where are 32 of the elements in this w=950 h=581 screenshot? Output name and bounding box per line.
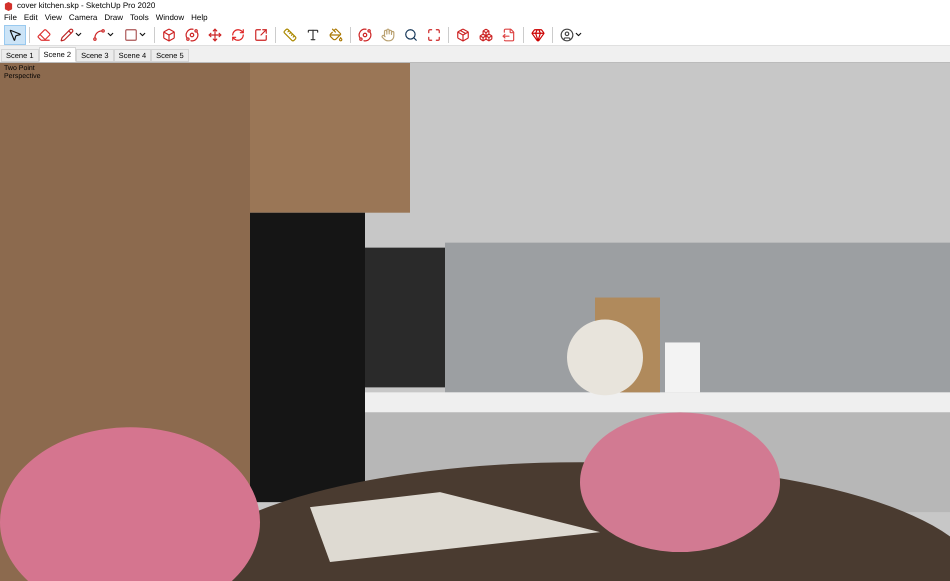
caret-icon (138, 30, 147, 39)
rectangle-icon (124, 28, 138, 42)
pencil-icon (60, 28, 74, 42)
window-title: cover kitchen.skp - SketchUp Pro 2020 (17, 0, 156, 12)
user-icon (560, 28, 574, 42)
warehouse-icon (456, 28, 470, 42)
orbit-icon (358, 28, 372, 42)
ruby-icon (531, 28, 545, 42)
eraser-icon (37, 28, 51, 42)
pointer-icon (8, 28, 22, 42)
menu-item[interactable]: File (4, 12, 17, 24)
tool-button[interactable] (4, 24, 26, 44)
menu-item[interactable]: Window (156, 12, 184, 24)
rotate-icon (231, 28, 245, 42)
caret-icon (574, 30, 583, 39)
menu-item[interactable]: View (44, 12, 62, 24)
menu-item[interactable]: Tools (130, 12, 149, 24)
text-icon (306, 28, 320, 42)
paint-bucket-icon (329, 28, 343, 42)
menu-item[interactable]: Camera (68, 12, 98, 24)
caret-icon (74, 30, 83, 39)
search-icon (404, 28, 418, 42)
app-logo-icon (4, 2, 13, 10)
caret-icon (106, 30, 115, 39)
menu-item[interactable]: Edit (24, 12, 38, 24)
menu-item[interactable]: Help (191, 12, 208, 24)
components-icon (479, 28, 493, 42)
arc-icon (92, 28, 106, 42)
hand-icon (381, 28, 395, 42)
move-icon (208, 28, 222, 42)
export-icon (502, 28, 516, 42)
menu-item[interactable]: Draw (104, 12, 124, 24)
